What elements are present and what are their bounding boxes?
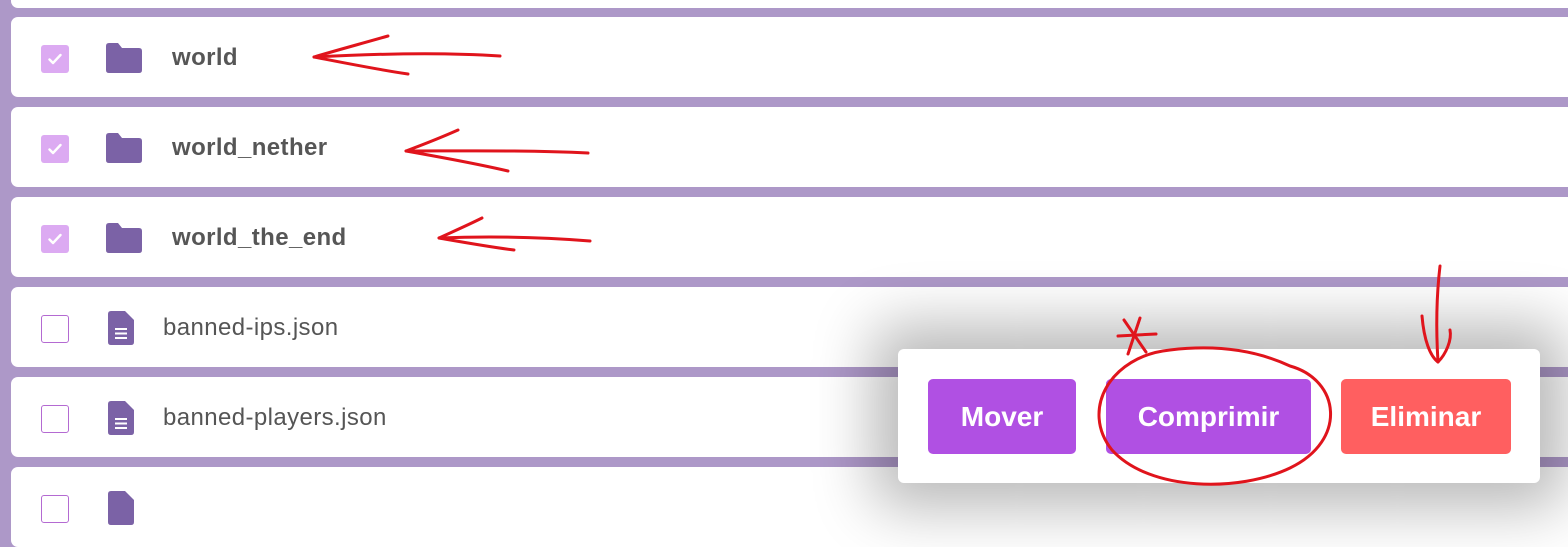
delete-button[interactable]: Eliminar [1341,379,1511,454]
selection-action-bar: Mover Comprimir Eliminar [898,349,1540,483]
row-checkbox[interactable] [41,135,69,163]
file-name[interactable]: world_the_end [172,224,347,252]
document-icon [108,401,134,440]
file-name[interactable]: banned-ips.json [163,314,338,342]
row-checkbox[interactable] [41,315,69,343]
file-name[interactable]: banned-players.json [163,404,387,432]
checkmark-icon [48,53,62,65]
document-icon [108,311,134,350]
file-row-partial[interactable] [11,0,1568,8]
file-name[interactable]: world [172,44,238,72]
file-name[interactable]: world_nether [172,134,328,162]
file-row[interactable]: world [11,17,1568,97]
move-button[interactable]: Mover [928,379,1076,454]
document-icon [108,491,134,530]
row-checkbox[interactable] [41,45,69,73]
file-row[interactable]: world_the_end [11,197,1568,277]
checkmark-icon [48,233,62,245]
file-row[interactable]: world_nether [11,107,1568,187]
checkmark-icon [48,143,62,155]
folder-icon [106,133,142,168]
row-checkbox[interactable] [41,225,69,253]
compress-button[interactable]: Comprimir [1106,379,1311,454]
folder-icon [106,43,142,78]
folder-icon [106,223,142,258]
row-checkbox[interactable] [41,495,69,523]
row-checkbox[interactable] [41,405,69,433]
